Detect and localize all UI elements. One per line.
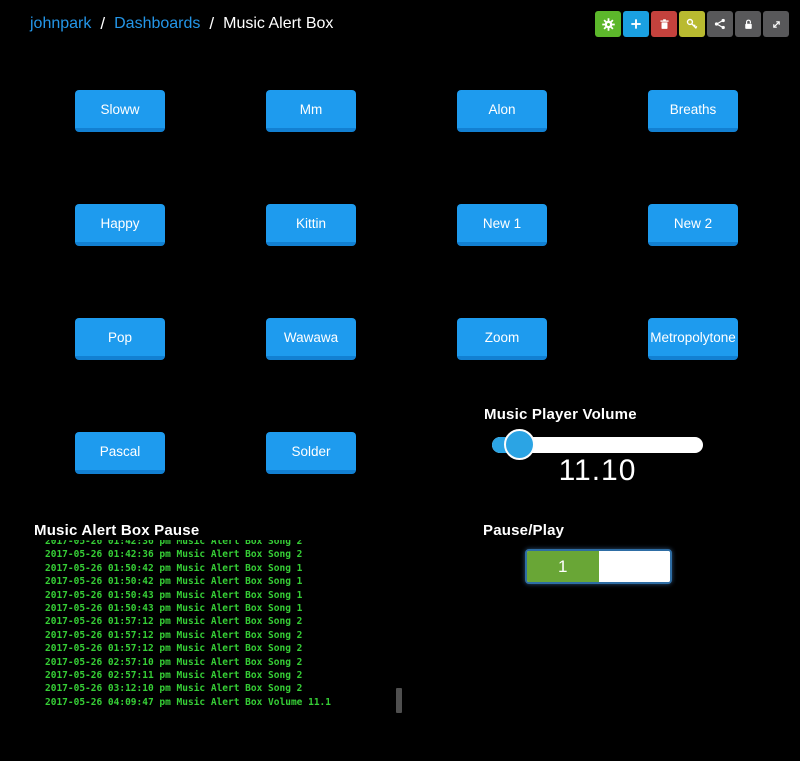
log-line: 2017-05-26 01:57:12 pm Music Alert Box S…: [45, 615, 395, 628]
momentary-button[interactable]: Solder: [266, 432, 356, 474]
momentary-button-label: Alon: [488, 102, 515, 117]
momentary-button-label: Pascal: [100, 444, 141, 459]
log-line: 2017-05-26 01:50:42 pm Music Alert Box S…: [45, 562, 395, 575]
volume-slider-value: 11.10: [492, 454, 703, 488]
breadcrumb-separator: /: [100, 14, 105, 34]
momentary-button[interactable]: Sloww: [75, 90, 165, 132]
trash-icon: [658, 18, 671, 31]
momentary-button-label: Metropolytone: [650, 330, 736, 345]
momentary-button[interactable]: New 1: [457, 204, 547, 246]
log-line: 2017-05-26 01:50:43 pm Music Alert Box S…: [45, 602, 395, 615]
header-toolbar: [595, 11, 789, 37]
momentary-button[interactable]: Pop: [75, 318, 165, 360]
log-line: 2017-05-26 04:09:47 pm Music Alert Box V…: [45, 696, 395, 709]
momentary-button[interactable]: Mm: [266, 90, 356, 132]
log-line: 2017-05-26 03:12:10 pm Music Alert Box S…: [45, 682, 395, 695]
log-line: 2017-05-26 02:57:10 pm Music Alert Box S…: [45, 656, 395, 669]
momentary-button-label: New 1: [483, 216, 521, 231]
settings-button[interactable]: [595, 11, 621, 37]
breadcrumb: johnpark / Dashboards / Music Alert Box: [30, 14, 333, 34]
momentary-button-label: Happy: [100, 216, 139, 231]
fullscreen-button[interactable]: [763, 11, 789, 37]
momentary-button-label: Solder: [291, 444, 330, 459]
log-line: 2017-05-26 02:57:11 pm Music Alert Box S…: [45, 669, 395, 682]
key-icon: [685, 17, 699, 31]
log-line: 2017-05-26 01:50:43 pm Music Alert Box S…: [45, 589, 395, 602]
volume-slider-track[interactable]: [492, 437, 703, 453]
activity-log-lines: 2017-05-26 01:42:36 pm Music Alert Box S…: [45, 540, 395, 709]
momentary-button[interactable]: Pascal: [75, 432, 165, 474]
api-key-button[interactable]: [679, 11, 705, 37]
momentary-button[interactable]: Kittin: [266, 204, 356, 246]
plus-icon: [629, 17, 643, 31]
button-grid: Sloww Mm Alon Breaths Happy Kittin New 1…: [75, 90, 738, 474]
momentary-button-label: Zoom: [485, 330, 520, 345]
toggle-value: 1: [558, 557, 567, 577]
toggle-on-segment: 1: [527, 551, 599, 582]
momentary-button[interactable]: Zoom: [457, 318, 547, 360]
log-line: 2017-05-26 01:42:36 pm Music Alert Box S…: [45, 548, 395, 561]
lock-icon: [742, 18, 755, 31]
pause-play-toggle[interactable]: 1: [525, 549, 672, 584]
momentary-button-label: Kittin: [296, 216, 326, 231]
log-scrollbar-thumb[interactable]: [396, 688, 402, 713]
momentary-button-label: Pop: [108, 330, 132, 345]
momentary-button-label: Mm: [300, 102, 323, 117]
share-icon: [713, 17, 727, 31]
momentary-button[interactable]: Happy: [75, 204, 165, 246]
share-dashboard-button[interactable]: [707, 11, 733, 37]
breadcrumb-dashboards-link[interactable]: Dashboards: [114, 15, 200, 33]
privacy-lock-button[interactable]: [735, 11, 761, 37]
toggle-off-segment: [599, 551, 671, 582]
breadcrumb-separator: /: [209, 14, 214, 34]
momentary-button[interactable]: Alon: [457, 90, 547, 132]
breadcrumb-user-link[interactable]: johnpark: [30, 15, 91, 33]
momentary-button[interactable]: Breaths: [648, 90, 738, 132]
create-block-button[interactable]: [623, 11, 649, 37]
momentary-button-label: Breaths: [670, 102, 717, 117]
momentary-button-label: New 2: [674, 216, 712, 231]
delete-dashboard-button[interactable]: [651, 11, 677, 37]
pause-toggle-title: Pause/Play: [483, 522, 564, 539]
volume-slider-title: Music Player Volume: [484, 406, 637, 423]
gear-icon: [601, 17, 616, 32]
log-line: 2017-05-26 01:50:42 pm Music Alert Box S…: [45, 575, 395, 588]
momentary-button-label: Wawawa: [284, 330, 338, 345]
page-title: Music Alert Box: [223, 15, 333, 33]
log-line: 2017-05-26 01:57:12 pm Music Alert Box S…: [45, 642, 395, 655]
log-line: 2017-05-26 01:57:12 pm Music Alert Box S…: [45, 629, 395, 642]
momentary-button[interactable]: Metropolytone: [648, 318, 738, 360]
log-line: 2017-05-26 01:42:36 pm Music Alert Box S…: [45, 540, 395, 548]
momentary-button-label: Sloww: [100, 102, 139, 117]
expand-icon: [770, 18, 783, 31]
momentary-button[interactable]: New 2: [648, 204, 738, 246]
activity-log-title: Music Alert Box Pause: [34, 522, 199, 539]
momentary-button[interactable]: Wawawa: [266, 318, 356, 360]
activity-log: 2017-05-26 01:42:36 pm Music Alert Box S…: [45, 540, 395, 713]
